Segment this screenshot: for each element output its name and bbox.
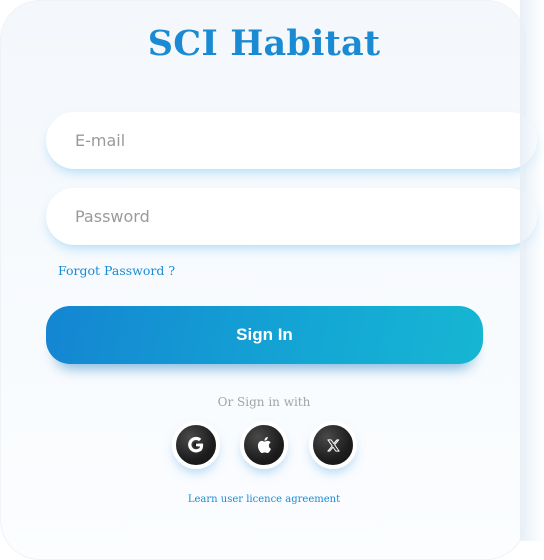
card-edge-shadow	[520, 0, 544, 541]
x-icon	[326, 438, 340, 452]
app-title: SCI Habitat	[147, 23, 381, 64]
password-input[interactable]	[73, 206, 537, 227]
email-field[interactable]	[46, 112, 537, 169]
google-icon	[188, 436, 204, 453]
password-field[interactable]	[46, 188, 537, 245]
sign-in-button[interactable]: Sign In	[46, 306, 483, 364]
google-signin-button[interactable]	[172, 421, 220, 469]
apple-signin-button[interactable]	[240, 421, 288, 469]
forgot-password-link[interactable]: Forgot Password ?	[58, 263, 175, 278]
login-card: SCI Habitat Forgot Password ? Sign In Or…	[0, 0, 537, 560]
email-input[interactable]	[73, 130, 537, 151]
x-signin-button[interactable]	[309, 421, 357, 469]
social-signin-prompt: Or Sign in with	[217, 395, 311, 409]
licence-agreement-link[interactable]: Learn user licence agreement	[1, 494, 527, 505]
apple-icon	[257, 436, 271, 453]
